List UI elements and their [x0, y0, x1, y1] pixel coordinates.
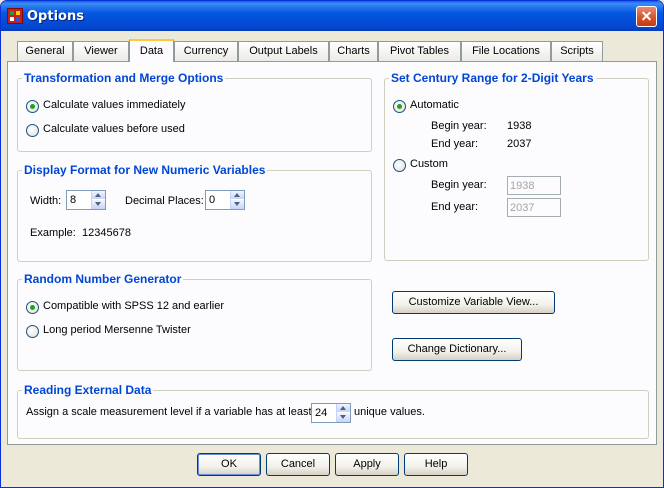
tab-pivot-tables[interactable]: Pivot Tables: [378, 41, 461, 61]
tab-scripts[interactable]: Scripts: [551, 41, 603, 61]
tab-currency[interactable]: Currency: [174, 41, 238, 61]
tab-viewer[interactable]: Viewer: [73, 41, 129, 61]
change-dictionary-button[interactable]: Change Dictionary...: [392, 338, 522, 361]
transformation-group: Transformation and Merge Options Calcula…: [17, 71, 372, 152]
tab-output-labels[interactable]: Output Labels: [238, 41, 329, 61]
century-range-legend: Set Century Range for 2-Digit Years: [389, 71, 596, 85]
custom-label[interactable]: Custom: [410, 158, 448, 170]
century-range-group: Set Century Range for 2-Digit Years Auto…: [384, 71, 649, 261]
title-bar[interactable]: Options: [1, 1, 663, 31]
width-spinner[interactable]: 8: [66, 190, 106, 210]
decimal-places-value: 0: [209, 194, 216, 206]
decimal-down-icon[interactable]: [231, 200, 244, 209]
random-generator-group: Random Number Generator Compatible with …: [17, 272, 372, 371]
width-label: Width:: [30, 195, 62, 207]
example-label: Example:: [30, 227, 76, 239]
tab-charts[interactable]: Charts: [329, 41, 378, 61]
auto-end-year-label: End year:: [431, 138, 479, 150]
tab-file-locations[interactable]: File Locations: [461, 41, 551, 61]
display-format-group: Display Format for New Numeric Variables…: [17, 163, 372, 262]
ok-button[interactable]: OK: [197, 453, 261, 476]
custom-radio[interactable]: [393, 159, 406, 172]
custom-end-year-field[interactable]: 2037: [507, 198, 561, 217]
width-value: 8: [70, 194, 77, 206]
unique-values-value: 24: [315, 407, 328, 419]
automatic-radio[interactable]: [393, 100, 406, 113]
external-data-group: Reading External Data Assign a scale mea…: [17, 383, 649, 439]
automatic-label[interactable]: Automatic: [410, 99, 459, 111]
calc-immediately-radio[interactable]: [26, 100, 39, 113]
unique-down-icon[interactable]: [337, 413, 350, 422]
decimal-places-spinner[interactable]: 0: [205, 190, 245, 210]
custom-begin-year-label: Begin year:: [431, 179, 487, 191]
calc-before-used-label[interactable]: Calculate values before used: [43, 123, 185, 135]
auto-begin-year-label: Begin year:: [431, 120, 487, 132]
window-title: Options: [27, 9, 84, 24]
app-icon: [7, 8, 23, 24]
width-down-icon[interactable]: [92, 200, 105, 209]
random-generator-legend: Random Number Generator: [22, 272, 184, 286]
auto-begin-year-value: 1938: [507, 120, 532, 132]
cancel-button[interactable]: Cancel: [266, 453, 330, 476]
calc-before-used-radio[interactable]: [26, 124, 39, 137]
options-dialog: Options Transformation and Merge Options…: [0, 0, 664, 488]
customize-variable-view-button[interactable]: Customize Variable View...: [392, 291, 555, 314]
calc-immediately-label[interactable]: Calculate values immediately: [43, 99, 185, 111]
unique-up-icon[interactable]: [337, 404, 350, 413]
help-button[interactable]: Help: [404, 453, 468, 476]
decimal-places-label: Decimal Places:: [125, 195, 204, 207]
auto-end-year-value: 2037: [507, 138, 532, 150]
display-format-legend: Display Format for New Numeric Variables: [22, 163, 268, 177]
unique-values-spinner[interactable]: 24: [311, 403, 351, 423]
close-button[interactable]: [636, 6, 657, 27]
mersenne-twister-label[interactable]: Long period Mersenne Twister: [43, 324, 191, 336]
decimal-up-icon[interactable]: [231, 191, 244, 200]
custom-begin-year-field[interactable]: 1938: [507, 176, 561, 195]
transformation-legend: Transformation and Merge Options: [22, 71, 226, 85]
tab-general[interactable]: General: [17, 41, 73, 61]
apply-button[interactable]: Apply: [335, 453, 399, 476]
external-data-legend: Reading External Data: [22, 383, 154, 397]
compatible-spss12-radio[interactable]: [26, 301, 39, 314]
external-data-prefix: Assign a scale measurement level if a va…: [26, 406, 312, 418]
width-up-icon[interactable]: [92, 191, 105, 200]
mersenne-twister-radio[interactable]: [26, 325, 39, 338]
tab-panel-data: Transformation and Merge Options Calcula…: [7, 61, 657, 445]
external-data-suffix: unique values.: [354, 406, 425, 418]
compatible-spss12-label[interactable]: Compatible with SPSS 12 and earlier: [43, 300, 224, 312]
custom-end-year-label: End year:: [431, 201, 479, 213]
example-value: 12345678: [82, 227, 131, 239]
tab-data[interactable]: Data: [129, 39, 174, 62]
